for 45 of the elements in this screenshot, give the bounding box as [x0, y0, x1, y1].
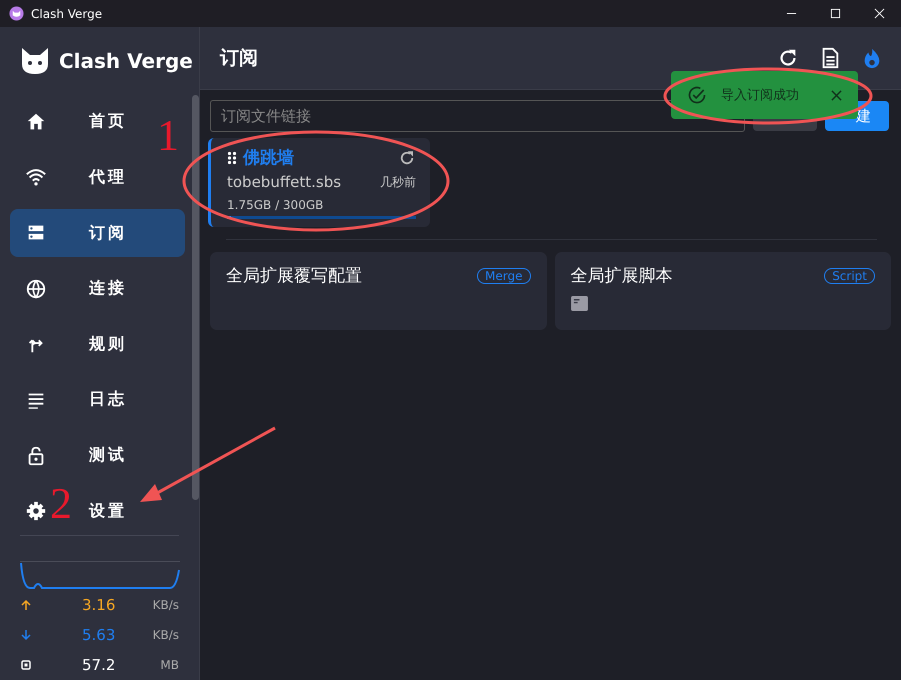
refresh-icon[interactable] — [398, 148, 416, 166]
nav-item[interactable]: 规则 — [89, 334, 127, 355]
profile-host: tobebuffett.sbs — [227, 173, 342, 191]
window-title: Clash Verge — [31, 6, 102, 20]
profile-name: 佛跳墙 — [243, 147, 294, 169]
download-arrow-icon — [20, 629, 32, 641]
subscription-url-field[interactable]: 订阅文件链接 — [210, 100, 745, 132]
traffic-unit: KB/s — [152, 598, 179, 612]
nav-item[interactable]: 代理 — [89, 166, 127, 188]
nav-item[interactable]: 测试 — [89, 445, 127, 466]
extension-title: 全局扩展覆写配置 — [226, 265, 362, 287]
nav-item[interactable]: 首页 — [89, 111, 127, 132]
app-logo-text: Clash Verge — [59, 49, 193, 73]
annotation-number: 2 — [50, 482, 72, 526]
traffic-value: 57.2 — [82, 656, 116, 674]
memory-chip-icon — [20, 659, 32, 671]
settings-icon — [25, 500, 47, 522]
updated-time: 几秒前 — [380, 174, 416, 190]
nav-item[interactable]: 日志 — [89, 389, 127, 410]
type-badge: Merge — [477, 268, 530, 284]
scrollbar[interactable] — [192, 95, 199, 500]
extension-card[interactable]: 全局扩展脚本 Script — [554, 252, 891, 330]
nav-item[interactable]: 订阅 — [10, 209, 185, 257]
nav-item[interactable]: 连接 — [89, 278, 127, 300]
globe-icon — [25, 278, 47, 300]
extension-card[interactable]: 全局扩展覆写配置 Merge — [210, 252, 546, 330]
check-circle-icon — [687, 85, 707, 105]
traffic-value: 5.63 — [82, 626, 116, 644]
app-icon — [9, 6, 24, 21]
cat-logo-icon — [20, 46, 50, 76]
extension-title: 全局扩展脚本 — [570, 265, 672, 287]
terminal-icon[interactable] — [570, 296, 588, 311]
traffic-value: 3.16 — [82, 596, 116, 614]
traffic-unit: MB — [160, 658, 179, 672]
nav-item[interactable]: 设置 — [89, 500, 127, 522]
usage-text: 1.75GB / 300GB — [227, 198, 324, 212]
page-title: 订阅 — [220, 46, 258, 71]
maximize-icon[interactable] — [830, 8, 841, 19]
profile-card[interactable]: 佛跳墙 tobebuffett.sbs 几秒前 1.75GB / 300GB — [208, 138, 430, 227]
wifi-icon — [25, 166, 47, 188]
type-badge: Script — [824, 268, 875, 284]
drag-handle-icon[interactable] — [227, 150, 237, 164]
traffic-unit: KB/s — [152, 628, 179, 642]
annotation-number: 1 — [157, 114, 179, 158]
upload-arrow-icon — [20, 599, 32, 611]
